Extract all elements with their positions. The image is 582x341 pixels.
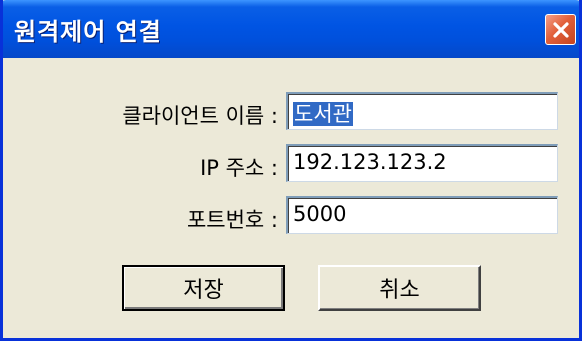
close-icon: [552, 21, 569, 38]
save-button[interactable]: 저장: [122, 265, 285, 311]
ip-address-field[interactable]: 192.123.123.2: [286, 144, 558, 182]
port-number-field[interactable]: 5000: [286, 196, 558, 234]
ip-address-value: 192.123.123.2: [293, 150, 447, 174]
client-name-value: 도서관: [293, 102, 353, 126]
title-bar[interactable]: 원격제어 연결: [3, 0, 579, 58]
cancel-button[interactable]: 취소: [318, 265, 481, 311]
close-button[interactable]: [545, 14, 576, 45]
ip-address-label: IP 주소 :: [200, 156, 278, 180]
port-number-label: 포트번호 :: [186, 208, 278, 232]
client-name-field[interactable]: 도서관: [286, 92, 558, 130]
remote-control-dialog: 원격제어 연결 클라이언트 이름 : 도서관 IP 주소 : 192.123.1…: [0, 0, 582, 341]
client-name-label: 클라이언트 이름 :: [122, 104, 278, 128]
port-number-value: 5000: [293, 202, 347, 226]
dialog-title: 원격제어 연결: [14, 18, 162, 46]
